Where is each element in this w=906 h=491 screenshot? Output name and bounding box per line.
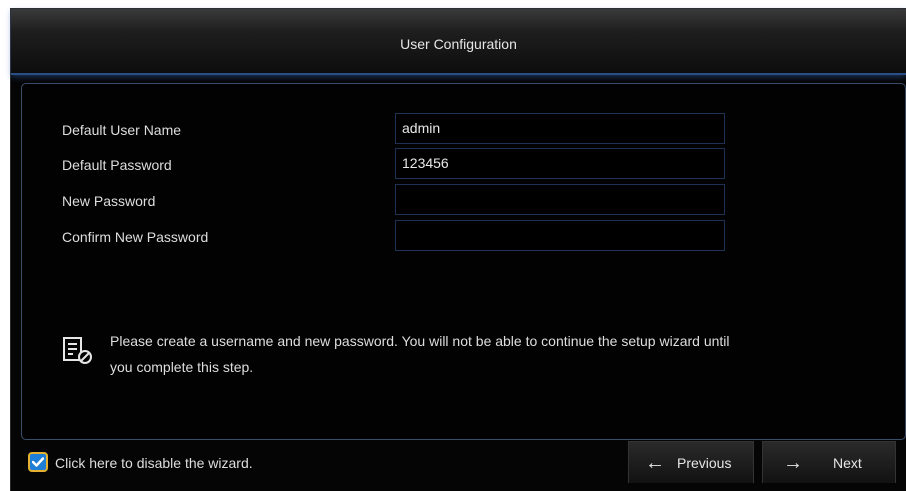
new-password-label: New Password: [62, 193, 156, 209]
arrow-left-icon: ←: [645, 451, 665, 474]
disable-wizard-checkbox[interactable]: [28, 452, 48, 472]
disable-wizard-label[interactable]: Click here to disable the wizard.: [55, 455, 253, 471]
title-bar: User Configuration: [11, 9, 906, 75]
setup-note: Please create a username and new passwor…: [110, 328, 890, 380]
new-password-field[interactable]: [395, 184, 725, 215]
default-user-name-label: Default User Name: [62, 122, 182, 138]
checkmark-icon: [32, 457, 44, 467]
arrow-right-icon: →: [783, 451, 803, 474]
default-password-field[interactable]: 123456: [395, 148, 725, 179]
confirm-new-password-field[interactable]: [395, 220, 725, 251]
confirm-new-password-label: Confirm New Password: [62, 229, 209, 245]
wizard-window: User Configuration Default User Name adm…: [10, 8, 906, 491]
default-password-label: Default Password: [62, 157, 172, 173]
note-icon: [62, 336, 94, 366]
previous-button-label: Previous: [677, 454, 732, 471]
next-button-label: Next: [833, 454, 862, 471]
setup-note-line-2: you complete this step.: [110, 359, 254, 375]
setup-note-line-1: Please create a username and new passwor…: [110, 333, 730, 349]
default-user-name-field[interactable]: admin: [395, 113, 725, 144]
next-button[interactable]: → Next: [762, 441, 896, 483]
window-title: User Configuration: [400, 36, 517, 52]
previous-button[interactable]: ← Previous: [628, 441, 754, 483]
user-config-panel: Default User Name admin Default Password…: [21, 83, 906, 440]
